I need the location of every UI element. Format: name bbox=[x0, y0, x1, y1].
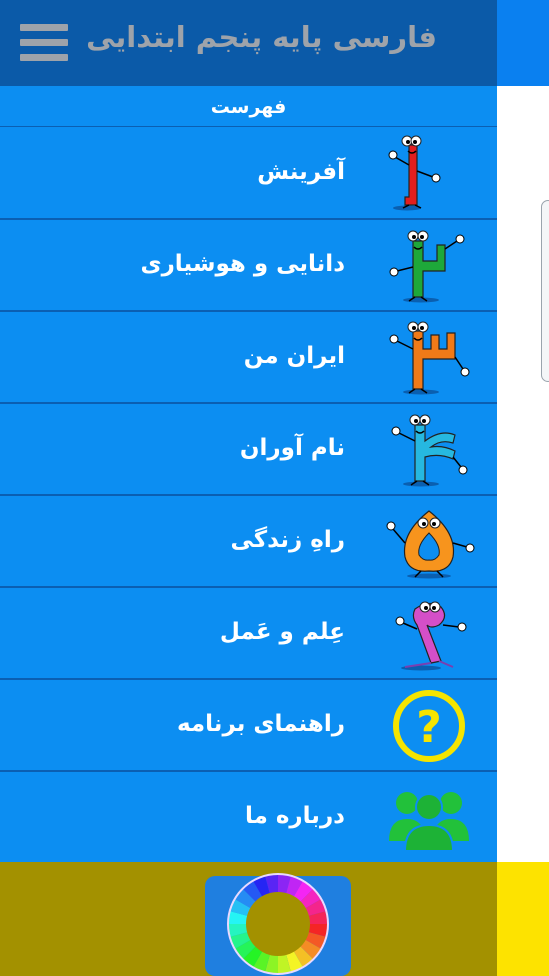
drawer-item-nam-avaran[interactable]: نام آوران bbox=[0, 403, 497, 496]
digit-3-character-icon bbox=[389, 321, 470, 395]
digit-1-character-icon bbox=[388, 135, 441, 211]
drawer-item-rahnama[interactable]: راهنمای برنامه ? bbox=[0, 679, 497, 772]
hamburger-menu-icon[interactable] bbox=[20, 24, 68, 62]
background-scroll-handle[interactable] bbox=[541, 200, 549, 382]
drawer-item-label: عِلم و عَمل bbox=[219, 619, 345, 645]
digit-5-character-icon bbox=[386, 510, 475, 579]
drawer-item-iran-man[interactable]: ایران من bbox=[0, 311, 497, 404]
drawer-item-label: دانایی و هوشیاری bbox=[140, 251, 345, 277]
drawer-item-darbare-ma[interactable]: درباره ما bbox=[0, 771, 497, 864]
drawer-list-heading: فهرست bbox=[0, 86, 497, 127]
drawer-item-label: راهِ زندگی bbox=[230, 527, 345, 553]
digit-2-character-icon bbox=[389, 230, 465, 303]
menu-bar-line bbox=[20, 54, 68, 61]
drawer-item-afarinesh[interactable]: آفرینش bbox=[0, 127, 497, 220]
drawer-item-label: آفرینش bbox=[257, 159, 345, 185]
background-app-toolbar bbox=[497, 0, 549, 86]
drawer-item-label: درباره ما bbox=[244, 803, 345, 829]
drawer-item-label: ایران من bbox=[243, 343, 345, 369]
navigation-drawer: فارسی پایه پنجم ابتدایی فهرست آفرینش دان… bbox=[0, 0, 497, 976]
drawer-item-label: نام آوران bbox=[239, 435, 345, 461]
background-app-bottom-bar bbox=[497, 862, 549, 976]
drawer-item-label: راهنمای برنامه bbox=[176, 711, 345, 737]
drawer-item-rahe-zendegi[interactable]: راهِ زندگی bbox=[0, 495, 497, 588]
svg-text:?: ? bbox=[416, 702, 442, 753]
drawer-item-elm-va-amal[interactable]: عِلم و عَمل bbox=[0, 587, 497, 680]
people-group-icon bbox=[389, 792, 469, 852]
menu-bar-line bbox=[20, 24, 68, 31]
digit-4-character-icon bbox=[391, 414, 468, 487]
help-question-icon: ? bbox=[393, 690, 465, 762]
drawer-header: فارسی پایه پنجم ابتدایی bbox=[0, 0, 497, 86]
drawer-item-danayi[interactable]: دانایی و هوشیاری bbox=[0, 219, 497, 312]
color-wheel-camera-icon[interactable] bbox=[203, 870, 353, 976]
menu-bar-line bbox=[20, 39, 68, 46]
digit-6-character-icon bbox=[395, 601, 467, 671]
app-title: فارسی پایه پنجم ابتدایی bbox=[86, 20, 437, 54]
